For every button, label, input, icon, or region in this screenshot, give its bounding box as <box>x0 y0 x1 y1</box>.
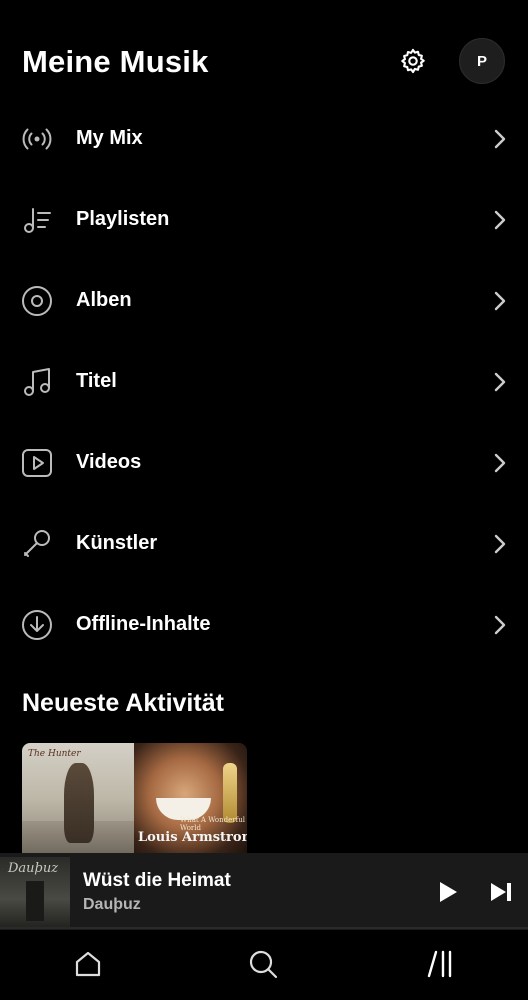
menu-item-videos[interactable]: Videos <box>0 422 528 503</box>
section-title: Neueste Aktivität <box>22 689 224 717</box>
play-icon <box>440 882 457 902</box>
chevron-right-icon <box>494 129 506 148</box>
track-artist: Dauþuz <box>83 896 141 913</box>
gear-icon <box>401 48 425 74</box>
playlist-icon <box>20 203 54 237</box>
chevron-right-icon <box>494 615 506 634</box>
settings-button[interactable] <box>396 44 430 78</box>
menu-label: My Mix <box>76 127 143 149</box>
video-play-icon <box>20 446 54 480</box>
menu-item-playlisten[interactable]: Playlisten <box>0 179 528 260</box>
album-disc-icon <box>20 284 54 318</box>
library-icon <box>427 950 452 978</box>
menu-label: Künstler <box>76 532 158 554</box>
art-text: The Hunter <box>28 749 81 759</box>
menu-item-kuenstler[interactable]: Künstler <box>0 503 528 584</box>
chevron-right-icon <box>494 210 506 229</box>
download-circle-icon <box>20 608 54 642</box>
chevron-right-icon <box>494 372 506 391</box>
menu-label: Offline-Inhalte <box>76 613 211 635</box>
mini-player[interactable]: Dauþuz Wüst die Heimat Dauþuz <box>0 853 528 929</box>
chevron-right-icon <box>494 453 506 472</box>
radio-broadcast-icon <box>20 122 54 156</box>
chevron-right-icon <box>494 291 506 310</box>
nav-home[interactable] <box>70 946 106 982</box>
menu-label: Playlisten <box>76 208 170 230</box>
search-icon <box>249 950 278 979</box>
track-cover: Dauþuz <box>0 857 70 927</box>
avatar[interactable]: P <box>459 38 505 84</box>
skip-next-icon <box>491 883 511 901</box>
menu-label: Videos <box>76 451 142 473</box>
track-title: Wüst die Heimat <box>83 870 231 891</box>
next-button[interactable] <box>488 880 514 904</box>
menu-item-my-mix[interactable]: My Mix <box>0 98 528 179</box>
menu-label: Titel <box>76 370 117 392</box>
microphone-icon <box>20 527 54 561</box>
album-art: What A Wonderful World Louis Armstrong <box>134 743 247 856</box>
music-note-icon <box>20 365 54 399</box>
nav-search[interactable] <box>245 946 281 982</box>
menu-list: My Mix Playlisten Alben Titel Videos Kün… <box>0 98 528 665</box>
chevron-right-icon <box>494 534 506 553</box>
play-button[interactable] <box>436 879 460 905</box>
menu-item-offline-inhalte[interactable]: Offline-Inhalte <box>0 584 528 665</box>
home-icon <box>75 951 101 977</box>
art-text: Louis Armstrong <box>138 830 247 845</box>
nav-library[interactable] <box>421 946 457 982</box>
page-title: Meine Musik <box>22 44 209 79</box>
recent-activity-card[interactable]: The Hunter What A Wonderful World Louis … <box>22 743 247 856</box>
menu-item-titel[interactable]: Titel <box>0 341 528 422</box>
album-art: The Hunter <box>22 743 134 856</box>
menu-item-alben[interactable]: Alben <box>0 260 528 341</box>
menu-label: Alben <box>76 289 132 311</box>
cover-text: Dauþuz <box>8 861 59 876</box>
bottom-nav <box>0 929 528 1000</box>
